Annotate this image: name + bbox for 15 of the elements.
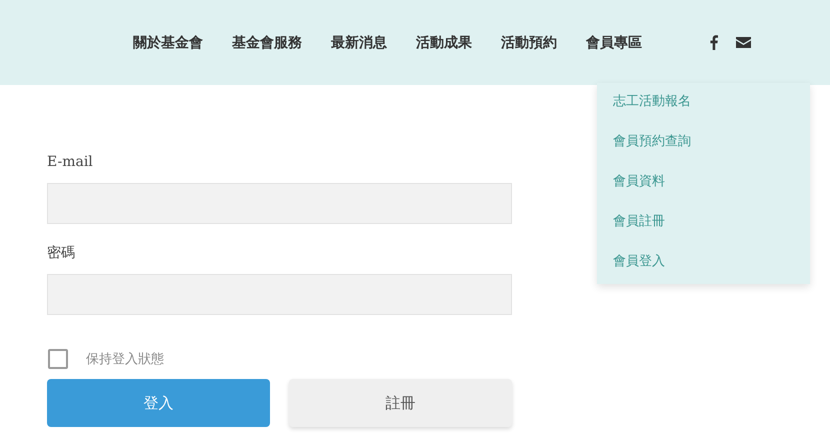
nav-link[interactable]: 基金會服務 [232,34,302,52]
facebook-icon[interactable] [710,35,718,50]
nav-link[interactable]: 關於基金會 [133,34,203,52]
input-field[interactable] [47,274,512,315]
register-button[interactable]: 註冊 [289,379,512,427]
nav-link[interactable]: 最新消息 [331,34,387,52]
nav-link[interactable]: 活動成果 [416,34,472,52]
nav-link[interactable]: 會員專區 [586,34,642,52]
input-field[interactable] [47,183,512,224]
field-label: E-mail [47,153,93,171]
checkbox-label: 保持登入狀態 [86,351,164,368]
mail-icon[interactable] [736,37,751,48]
field-label: 密碼 [47,244,75,262]
checkbox[interactable] [48,349,68,369]
nav-link[interactable]: 活動預約 [501,34,557,52]
